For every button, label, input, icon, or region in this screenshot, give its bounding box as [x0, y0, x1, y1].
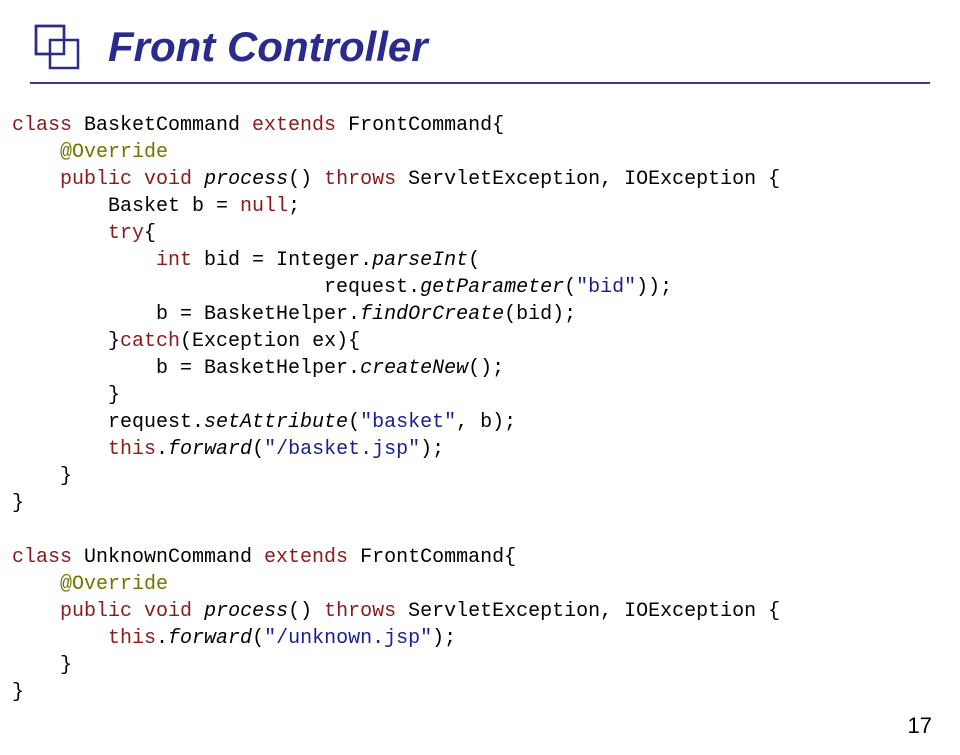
- title-row: Front Controller: [30, 20, 930, 84]
- page-number: 17: [908, 713, 932, 739]
- squares-icon: [30, 20, 84, 74]
- slide-title: Front Controller: [108, 23, 428, 71]
- code-block: class BasketCommand extends FrontCommand…: [12, 112, 930, 706]
